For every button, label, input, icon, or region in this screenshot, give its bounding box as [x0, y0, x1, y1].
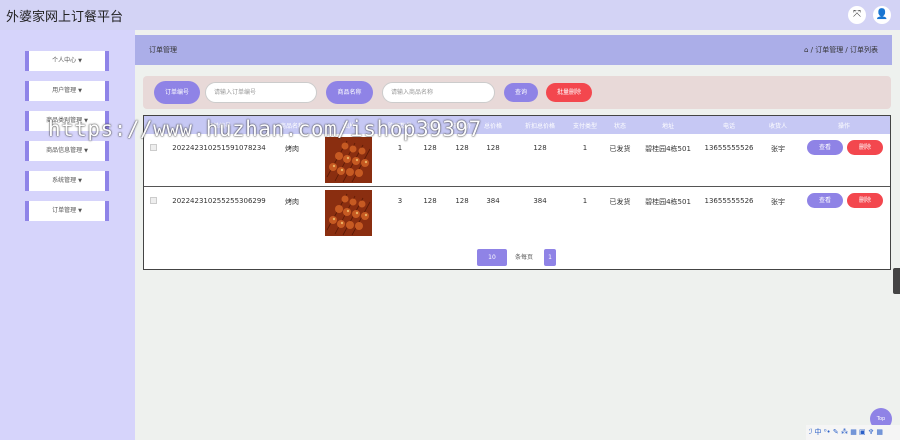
sidebar-item-label: 订单管理 [52, 207, 77, 214]
side-tab-handle[interactable] [893, 268, 900, 294]
status-cell: 已发货 [609, 145, 631, 153]
main-content: 订单管理 ⌂ / 订单管理 / 订单列表 订单编号 商品名称 查询 批量删除 订… [135, 30, 900, 440]
sidebar-item-goods-management[interactable]: 商品信息管理 ▼ [25, 141, 109, 161]
delete-button[interactable]: 删除 [847, 140, 883, 155]
breadcrumb[interactable]: ⌂ / 订单管理 / 订单列表 [804, 45, 878, 55]
receiver-cell: 张宇 [771, 145, 785, 153]
breadcrumb-bar: 订单管理 ⌂ / 订单管理 / 订单列表 [135, 35, 892, 65]
query-button[interactable]: 查询 [504, 83, 538, 102]
address-cell: 碧桂园4栋501 [645, 145, 691, 153]
total-cell: 128 [486, 144, 500, 152]
page-size-select[interactable]: 10 [477, 249, 507, 266]
total-cell: 384 [486, 197, 500, 205]
goods-name-input[interactable] [382, 82, 495, 103]
receiver-cell: 张宇 [771, 198, 785, 206]
address-cell: 碧桂园4栋501 [645, 198, 691, 206]
sidebar-item-label: 个人中心 [52, 57, 77, 64]
column-header[interactable]: 电话 [723, 121, 735, 130]
qty-cell: 1 [397, 144, 403, 152]
chevron-down-icon: ▼ [78, 58, 82, 64]
page-title: 订单管理 [149, 46, 177, 54]
price-cell: 128 [423, 144, 437, 152]
view-button[interactable]: 查看 [807, 140, 843, 155]
user-icon[interactable]: 👤 [873, 6, 891, 24]
column-header[interactable]: 收货人 [769, 121, 787, 130]
goods-name-cell: 烤肉 [285, 145, 299, 153]
pay-type-cell: 1 [582, 197, 588, 205]
watermark: https://www.huzhan.com/ishop39397 [48, 117, 482, 141]
row-checkbox[interactable] [150, 144, 157, 151]
sidebar-item-user-management[interactable]: 用户管理 ▼ [25, 81, 109, 101]
phone-cell: 13655555526 [704, 144, 754, 152]
column-header[interactable]: 折扣总价格 [525, 121, 555, 130]
order-no-cell: 20224231025525530​6299 [172, 197, 266, 205]
phone-cell: 13655555526 [704, 197, 754, 205]
row-checkbox[interactable] [150, 197, 157, 204]
chevron-down-icon: ▼ [78, 178, 82, 184]
sidebar-item-system-management[interactable]: 系统管理 ▼ [25, 171, 109, 191]
pay-type-cell: 1 [582, 144, 588, 152]
column-header[interactable]: 总价格 [484, 121, 502, 130]
fullscreen-icon[interactable]: ⤧ [848, 6, 866, 24]
column-header[interactable]: 状态 [614, 121, 626, 130]
sidebar-item-label: 商品信息管理 [46, 147, 83, 154]
sidebar-item-label: 系统管理 [52, 177, 77, 184]
search-bar: 订单编号 商品名称 查询 批量删除 [143, 76, 891, 109]
view-button[interactable]: 查看 [807, 193, 843, 208]
qty-cell: 3 [397, 197, 403, 205]
top-bar: 外婆家网上订餐平台 ⤧ 👤 [0, 0, 900, 30]
sidebar-item-order-management[interactable]: 订单管理 ▼ [25, 201, 109, 221]
batch-delete-button[interactable]: 批量删除 [546, 83, 592, 102]
goods-name-label: 商品名称 [326, 81, 373, 104]
ime-toolbar[interactable]: ℐ 中 ⁰• ✎ ⁂ ▦ ▣ ♆ ▦ [806, 425, 900, 440]
table-row: 2022423102515910782​34 烤肉 [144, 134, 890, 186]
discount-total-cell: 128 [533, 144, 547, 152]
order-no-input[interactable] [205, 82, 317, 103]
chevron-down-icon: ▼ [84, 148, 88, 154]
sidebar-item-label: 用户管理 [52, 87, 77, 94]
sidebar: 个人中心 ▼ 用户管理 ▼ 商品类别管理 ▼ 商品信息管理 ▼ 系统管理 ▼ 订单管理 ▼ [0, 30, 135, 440]
column-header: 操作 [837, 123, 851, 130]
column-header[interactable]: 地址 [662, 121, 674, 130]
table-row: 20224231025525530​6299 烤肉 [144, 186, 890, 238]
chevron-down-icon: ▼ [78, 88, 82, 94]
discount-price-cell: 128 [455, 144, 469, 152]
chevron-down-icon: ▼ [78, 208, 82, 214]
order-no-cell: 2022423102515910782​34 [172, 144, 266, 152]
status-cell: 已发货 [609, 198, 631, 206]
goods-name-cell: 烤肉 [285, 198, 299, 206]
order-no-label: 订单编号 [154, 81, 200, 104]
discount-total-cell: 384 [533, 197, 547, 205]
goods-image [325, 190, 372, 236]
page-size-label: 条每页 [515, 254, 534, 261]
discount-price-cell: 128 [455, 197, 469, 205]
sidebar-item-personal-center[interactable]: 个人中心 ▼ [25, 51, 109, 71]
column-header[interactable]: 支付类型 [573, 121, 597, 130]
app-title: 外婆家网上订餐平台 [6, 10, 124, 25]
goods-image [325, 137, 372, 183]
price-cell: 128 [423, 197, 437, 205]
page-number-button[interactable]: 1 [544, 249, 556, 266]
delete-button[interactable]: 删除 [847, 193, 883, 208]
